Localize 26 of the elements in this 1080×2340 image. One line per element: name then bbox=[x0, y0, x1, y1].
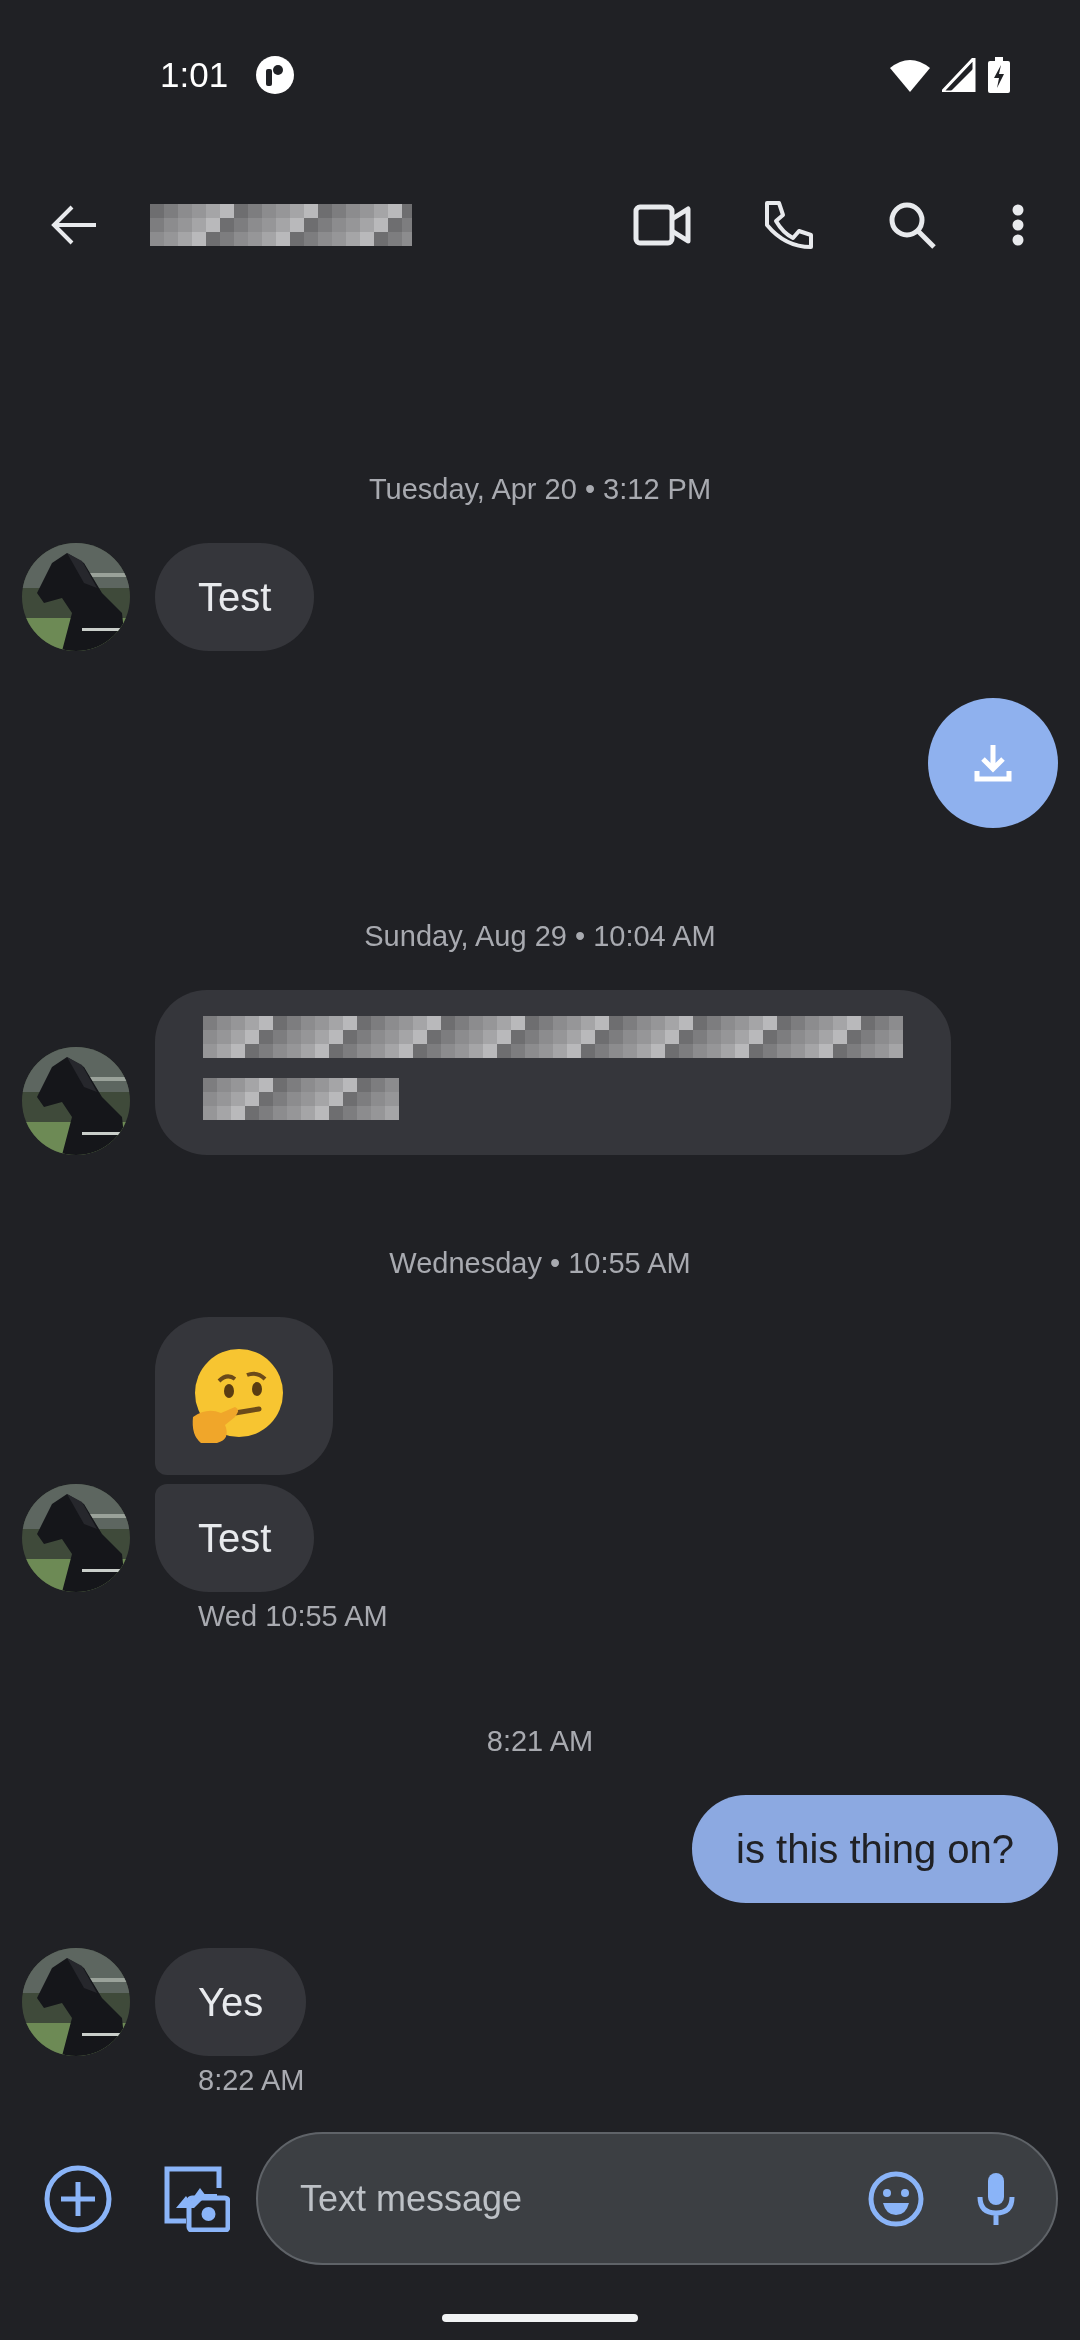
back-button[interactable] bbox=[50, 205, 98, 245]
message-input-field[interactable]: Text message bbox=[298, 2176, 848, 2221]
date-separator: 8:21 AM bbox=[486, 1724, 594, 1759]
gallery-camera-button[interactable] bbox=[164, 2165, 230, 2232]
video-call-button[interactable] bbox=[633, 204, 691, 246]
emoji-button[interactable] bbox=[868, 2170, 924, 2227]
signal-icon bbox=[942, 58, 976, 92]
message-bubble: Yes bbox=[155, 1948, 307, 2056]
wifi-icon bbox=[890, 58, 930, 92]
app-notification-icon bbox=[256, 56, 295, 94]
message-bubble: is this thing on? bbox=[692, 1795, 1058, 1903]
message-bubble: Test bbox=[155, 543, 315, 651]
status-time: 1:01 bbox=[160, 55, 229, 95]
message-timestamp: Wed 10:55 AM bbox=[197, 1600, 389, 1633]
message-timestamp: 8:22 AM bbox=[197, 2064, 306, 2097]
more-options-button[interactable] bbox=[1011, 204, 1025, 246]
microphone-button[interactable] bbox=[976, 2170, 1016, 2227]
battery-charging-icon bbox=[988, 57, 1010, 93]
phone-call-button[interactable] bbox=[763, 199, 815, 251]
add-button[interactable] bbox=[44, 2164, 112, 2233]
date-separator: Sunday, Aug 29 • 10:04 AM bbox=[364, 919, 716, 954]
date-separator: Wednesday • 10:55 AM bbox=[389, 1246, 691, 1281]
date-separator: Tuesday, Apr 20 • 3:12 PM bbox=[368, 472, 712, 507]
download-icon bbox=[973, 743, 1013, 783]
message-bubble: Test bbox=[155, 1484, 315, 1592]
search-button[interactable] bbox=[887, 200, 937, 250]
